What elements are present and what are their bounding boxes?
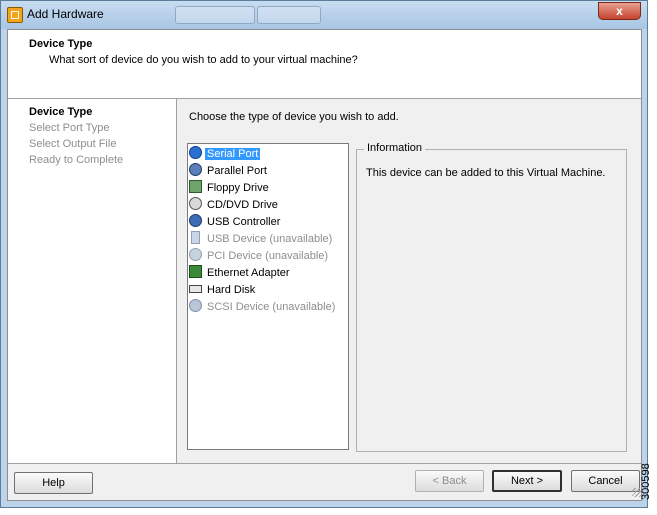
- serial-port-icon: [189, 146, 202, 159]
- device-cd-dvd-drive[interactable]: CD/DVD Drive: [189, 197, 280, 213]
- parallel-port-icon: [189, 163, 202, 176]
- device-usb-controller[interactable]: USB Controller: [189, 214, 282, 230]
- device-ethernet-adapter[interactable]: Ethernet Adapter: [189, 265, 292, 281]
- cd-dvd-drive-icon: [189, 197, 202, 210]
- hard-disk-icon: [189, 285, 202, 293]
- wizard-steps: Device Type Select Port Type Select Outp…: [8, 99, 177, 463]
- wizard-header: Device Type What sort of device do you w…: [8, 30, 641, 99]
- instruction-text: Choose the type of device you wish to ad…: [189, 111, 399, 123]
- usb-controller-icon: [189, 214, 202, 227]
- footer-divider: [8, 463, 641, 464]
- next-button[interactable]: Next >: [492, 470, 562, 492]
- window-title: Add Hardware: [27, 7, 104, 21]
- floppy-drive-icon: [189, 180, 202, 193]
- back-button: < Back: [415, 470, 484, 492]
- cancel-button[interactable]: Cancel: [571, 470, 640, 492]
- information-group: [356, 149, 627, 452]
- information-legend: Information: [364, 142, 426, 154]
- close-button[interactable]: x: [598, 2, 641, 20]
- information-text: This device can be added to this Virtual…: [366, 167, 606, 179]
- device-hard-disk[interactable]: Hard Disk: [189, 282, 257, 298]
- background-toolbar-ghost: [175, 6, 255, 24]
- vsphere-app-icon: [7, 7, 23, 23]
- device-pci-device: PCI Device (unavailable): [189, 248, 330, 264]
- device-scsi-device: SCSI Device (unavailable): [189, 299, 337, 315]
- device-serial-port[interactable]: Serial Port: [189, 146, 261, 162]
- page-title: Device Type: [29, 38, 93, 50]
- dialog-content: Device Type What sort of device do you w…: [7, 29, 642, 501]
- step-select-port-type: Select Port Type: [29, 122, 110, 134]
- pci-device-icon: [189, 248, 202, 261]
- ethernet-adapter-icon: [189, 265, 202, 278]
- scsi-device-icon: [189, 299, 202, 312]
- figure-code: 300598: [640, 463, 652, 500]
- usb-device-icon: [191, 231, 200, 244]
- title-bar[interactable]: Add Hardware x: [1, 1, 647, 29]
- background-toolbar-ghost: [257, 6, 321, 24]
- step-device-type[interactable]: Device Type: [29, 106, 92, 118]
- device-parallel-port[interactable]: Parallel Port: [189, 163, 269, 179]
- device-usb-device: USB Device (unavailable): [189, 231, 334, 247]
- device-floppy-drive[interactable]: Floppy Drive: [189, 180, 271, 196]
- device-type-list[interactable]: Serial Port Parallel Port Floppy Drive C…: [187, 143, 349, 450]
- step-ready-to-complete: Ready to Complete: [29, 154, 124, 166]
- step-select-output-file: Select Output File: [29, 138, 117, 150]
- add-hardware-window: Add Hardware x Device Type What sort of …: [0, 0, 648, 508]
- help-button[interactable]: Help: [14, 472, 93, 494]
- page-subtitle: What sort of device do you wish to add t…: [49, 54, 358, 66]
